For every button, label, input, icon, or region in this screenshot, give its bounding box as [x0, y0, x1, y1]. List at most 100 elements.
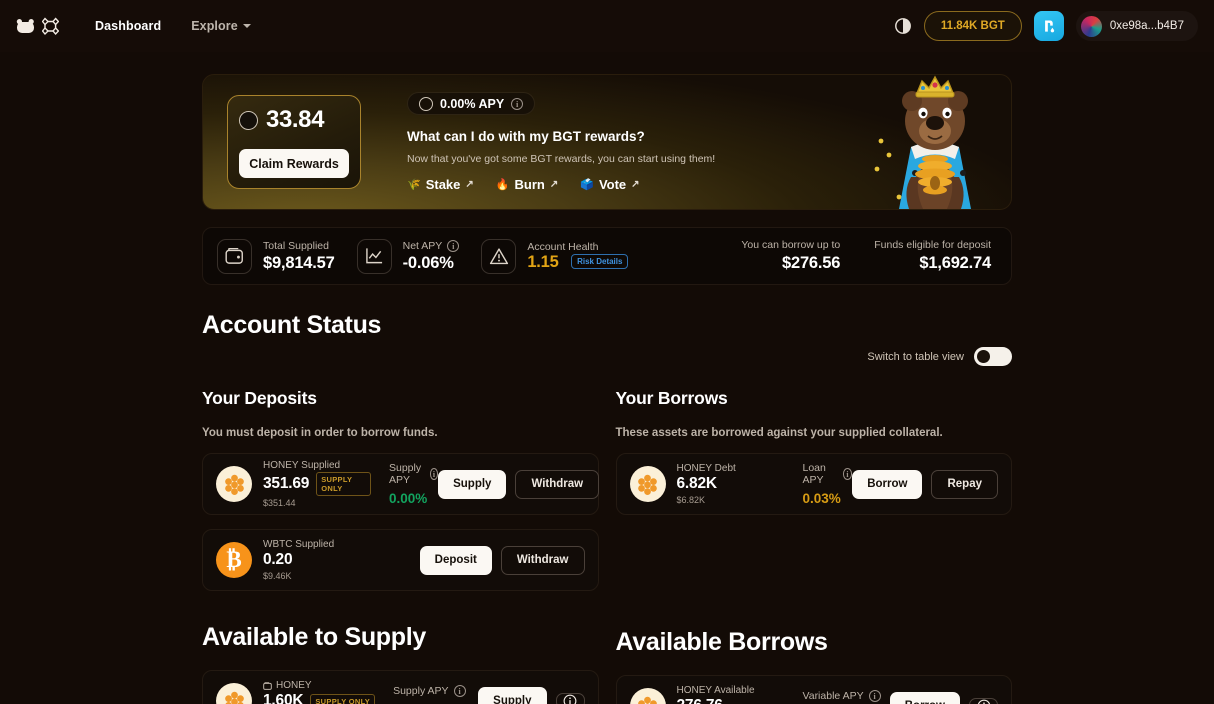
- stat-label: Account Health: [527, 241, 628, 253]
- supply-button[interactable]: Supply: [438, 470, 506, 499]
- info-icon[interactable]: i: [430, 468, 438, 480]
- stat-label: Funds eligible for deposit: [874, 239, 991, 251]
- table-row[interactable]: HONEY Debt 6.82K $6.82K Loan APY i 0.03%…: [616, 453, 1013, 515]
- asset-apy: Loan APY i 0.03%: [803, 462, 853, 506]
- wallet-small-icon: [263, 682, 272, 690]
- asset-usd-value: $9.46K: [263, 571, 371, 581]
- asset-label: HONEY Supplied: [263, 460, 371, 471]
- asset-amount-row: 1.60K SUPPLY ONLY: [263, 692, 375, 704]
- row-actions: Borrow: [890, 692, 998, 704]
- bgt-balance-button[interactable]: 11.84K BGT: [924, 11, 1022, 41]
- vote-emoji-icon: 🗳️: [580, 178, 594, 191]
- nav-item-explore[interactable]: Explore: [191, 19, 251, 33]
- claim-rewards-button[interactable]: Claim Rewards: [239, 149, 349, 178]
- table-row[interactable]: HONEY Available 276.76 $276.56 Variable …: [616, 675, 1013, 704]
- warning-triangle-icon: [481, 239, 516, 274]
- stat-net-apy: Net APY i -0.06%: [357, 239, 460, 274]
- external-link-icon: ↗: [631, 179, 639, 190]
- bgt-rewards-hero-banner: 33.84 Claim Rewards 0.00% APY i What can…: [202, 74, 1012, 210]
- stat-value: $276.56: [741, 254, 840, 273]
- stat-account-health: Account Health 1.15 Risk Details: [481, 239, 628, 274]
- asset-amount-row: 276.76: [677, 697, 785, 704]
- asset-label: WBTC Supplied: [263, 539, 371, 550]
- stat-label: Total Supplied: [263, 240, 335, 252]
- stat-value: $9,814.57: [263, 254, 335, 273]
- hero-subtitle: Now that you've got some BGT rewards, yo…: [407, 153, 715, 165]
- stat-eligible-funds: Funds eligible for deposit $1,692.74: [874, 239, 991, 273]
- faucet-button[interactable]: [1034, 11, 1064, 41]
- chart-line-icon: [357, 239, 392, 274]
- apy-value: 0.03%: [803, 491, 853, 506]
- wallet-icon: [217, 239, 252, 274]
- hero-link-vote[interactable]: 🗳️ Vote ↗: [580, 177, 639, 192]
- honey-token-icon: [630, 466, 666, 502]
- stats-right-group: You can borrow up to $276.56 Funds eligi…: [741, 239, 997, 273]
- info-icon-button[interactable]: [969, 698, 998, 704]
- wbtc-token-icon: ₿: [216, 542, 252, 578]
- info-icon: [563, 694, 577, 704]
- section-title-available-supply: Available to Supply: [202, 623, 599, 652]
- stat-borrow-capacity: You can borrow up to $276.56: [741, 239, 840, 273]
- table-row[interactable]: ₿ WBTC Supplied 0.20 $9.46K Deposit With…: [202, 529, 599, 591]
- bgt-apy-pill[interactable]: 0.00% APY i: [407, 92, 535, 115]
- hero-link-vote-label: Vote: [599, 177, 626, 192]
- row-actions: Deposit Withdraw: [420, 546, 585, 575]
- section-subtitle-deposits: You must deposit in order to borrow fund…: [202, 427, 599, 439]
- wallet-address-button[interactable]: 0xe98a...b4B7: [1076, 11, 1198, 41]
- info-icon-button[interactable]: [556, 693, 585, 704]
- status-badge: SUPPLY ONLY: [316, 472, 371, 496]
- stat-label-text: Net APY: [403, 240, 443, 252]
- theme-contrast-icon[interactable]: [894, 17, 912, 35]
- withdraw-button[interactable]: Withdraw: [515, 470, 599, 499]
- claimable-amount: 33.84: [239, 106, 349, 134]
- info-icon[interactable]: i: [447, 240, 459, 252]
- asset-usd-value: $351.44: [263, 498, 371, 508]
- withdraw-button[interactable]: Withdraw: [501, 546, 585, 575]
- bgt-apy-value: 0.00% APY: [440, 97, 504, 111]
- top-nav-right-cluster: 11.84K BGT 0xe98a...b4B7: [894, 11, 1198, 41]
- borrow-button[interactable]: Borrow: [890, 692, 960, 704]
- asset-apy: Supply APY i 0.00%: [389, 462, 438, 506]
- asset-info: HONEY 1.60K SUPPLY ONLY $1.60K: [263, 680, 375, 704]
- external-link-icon: ↗: [465, 179, 473, 190]
- info-icon[interactable]: i: [511, 98, 523, 110]
- apy-label-text: Supply APY: [389, 462, 425, 486]
- stat-label: You can borrow up to: [741, 239, 840, 251]
- honey-token-icon: [216, 466, 252, 502]
- info-icon[interactable]: i: [869, 690, 881, 702]
- asset-amount: 6.82K: [677, 475, 717, 493]
- row-actions: Supply Withdraw: [438, 470, 599, 499]
- asset-info: WBTC Supplied 0.20 $9.46K: [263, 539, 371, 581]
- external-link-icon: ↗: [550, 179, 558, 190]
- asset-usd-value: $6.82K: [677, 495, 785, 505]
- hero-link-burn[interactable]: 🔥 Burn ↗: [496, 177, 558, 192]
- deposit-button[interactable]: Deposit: [420, 546, 492, 575]
- brand-logo[interactable]: [16, 17, 59, 36]
- hero-question: What can I do with my BGT rewards?: [407, 129, 715, 144]
- table-row[interactable]: HONEY 1.60K SUPPLY ONLY $1.60K Supply AP…: [202, 670, 599, 704]
- row-actions: Supply: [478, 687, 584, 704]
- stat-total-supplied: Total Supplied $9,814.57: [217, 239, 335, 274]
- risk-details-badge[interactable]: Risk Details: [571, 254, 628, 269]
- status-badge: SUPPLY ONLY: [310, 694, 375, 704]
- hero-link-burn-label: Burn: [515, 177, 545, 192]
- table-row[interactable]: HONEY Supplied 351.69 SUPPLY ONLY $351.4…: [202, 453, 599, 515]
- repay-button[interactable]: Repay: [931, 470, 998, 499]
- hero-link-stake[interactable]: 🌾 Stake ↗: [407, 177, 474, 192]
- main-nav-links: Dashboard Explore: [95, 19, 251, 33]
- borrows-column: Your Borrows These assets are borrowed a…: [616, 388, 1013, 704]
- avatar: [1081, 16, 1102, 37]
- section-title-deposits: Your Deposits: [202, 388, 599, 409]
- faucet-drop-icon: [1040, 18, 1057, 35]
- berachain-mark-icon: [42, 17, 59, 36]
- nav-item-dashboard[interactable]: Dashboard: [95, 19, 161, 33]
- stat-value: $1,692.74: [874, 254, 991, 273]
- apy-label: Variable APY i: [803, 690, 881, 702]
- table-view-toggle[interactable]: [974, 347, 1012, 366]
- info-icon[interactable]: i: [843, 468, 853, 480]
- supply-button[interactable]: Supply: [478, 687, 546, 704]
- info-icon[interactable]: i: [454, 685, 466, 697]
- bgt-token-icon: [419, 97, 433, 111]
- account-columns: Your Deposits You must deposit in order …: [202, 388, 1012, 704]
- borrow-button[interactable]: Borrow: [852, 470, 922, 499]
